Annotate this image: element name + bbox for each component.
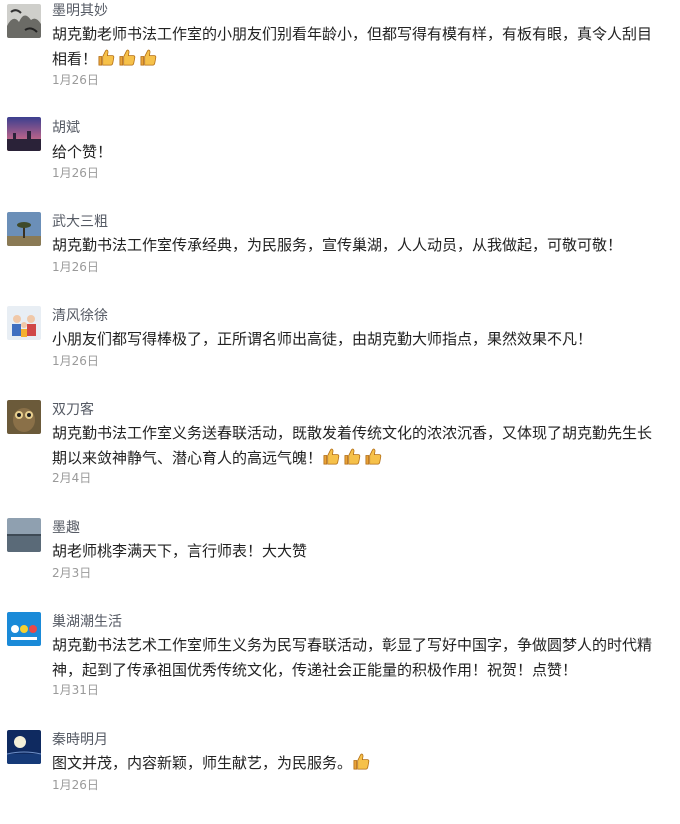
comment-text: 胡克勤老师书法工作室的小朋友们别看年龄小，但都写得有模有样，有板有眼，真令人刮目… — [52, 25, 653, 68]
comment-text: 图文并茂，内容新颖，师生献艺，为民服务。 — [52, 751, 664, 776]
comment-date: 1月26日 — [52, 778, 99, 792]
thumbs-up-icons — [352, 752, 373, 772]
moon-night-avatar-icon — [7, 730, 41, 764]
thumbs-up-icon — [97, 48, 116, 67]
avatar[interactable] — [7, 612, 41, 646]
sunset-city-avatar-icon — [7, 117, 41, 151]
comment-date: 2月4日 — [52, 471, 92, 485]
avatar[interactable] — [7, 117, 41, 151]
commenter-name[interactable]: 墨明其妙 — [52, 1, 108, 21]
thumbs-up-icons — [97, 48, 160, 68]
commenter-name[interactable]: 武大三粗 — [52, 212, 108, 232]
brand-logo-avatar-icon — [7, 612, 41, 646]
ink-painting-avatar-icon — [7, 4, 41, 38]
comment-text: 胡克勤书法工作室义务送春联活动，既散发着传统文化的浓浓沉香，又体现了胡克勤先生长… — [52, 424, 653, 467]
thumbs-up-icon — [118, 48, 137, 67]
thumbs-up-icon — [322, 447, 341, 466]
comment-text: 胡克勤书法工作室传承经典，为民服务，宣传巢湖，人人动员，从我做起，可敬可敬！ — [52, 236, 623, 254]
comment-list: 墨明其妙 胡克勤老师书法工作室的小朋友们别看年龄小，但都写得有模有样，有板有眼，… — [0, 0, 680, 824]
commenter-name[interactable]: 巢湖潮生活 — [52, 612, 122, 632]
comment-date: 1月26日 — [52, 166, 99, 180]
commenter-name[interactable]: 秦時明月 — [52, 730, 108, 750]
comment-date: 1月26日 — [52, 260, 99, 274]
lone-tree-avatar-icon — [7, 212, 41, 246]
lake-horizon-avatar-icon — [7, 518, 41, 552]
owl-avatar-icon — [7, 400, 41, 434]
thumbs-up-icon — [364, 447, 383, 466]
comment-text: 给个赞！ — [52, 143, 113, 161]
avatar[interactable] — [7, 518, 41, 552]
avatar[interactable] — [7, 730, 41, 764]
comment-date: 2月3日 — [52, 566, 92, 580]
thumbs-up-icon — [139, 48, 158, 67]
avatar[interactable] — [7, 212, 41, 246]
thumbs-up-icon — [343, 447, 362, 466]
avatar[interactable] — [7, 306, 41, 340]
commenter-name[interactable]: 胡斌 — [52, 118, 80, 138]
commenter-name[interactable]: 双刀客 — [52, 400, 94, 420]
comment-text: 胡老师桃李满天下，言行师表！大大赞 — [52, 542, 308, 560]
comment-date: 1月31日 — [52, 683, 99, 697]
commenter-name[interactable]: 墨趣 — [52, 518, 80, 538]
family-photo-avatar-icon — [7, 306, 41, 340]
comment-text: 小朋友们都写得棒极了，正所谓名师出高徒，由胡克勤大师指点，果然效果不凡！ — [52, 330, 593, 348]
commenter-name[interactable]: 清风徐徐 — [52, 306, 108, 326]
avatar[interactable] — [7, 4, 41, 38]
comment-date: 1月26日 — [52, 73, 99, 87]
thumbs-up-icons — [322, 447, 385, 467]
comment-text: 胡克勤书法艺术工作室师生义务为民写春联活动，彰显了写好中国字，争做圆梦人的时代精… — [52, 636, 653, 679]
thumbs-up-icon — [352, 752, 371, 771]
avatar[interactable] — [7, 400, 41, 434]
comment-date: 1月26日 — [52, 354, 99, 368]
